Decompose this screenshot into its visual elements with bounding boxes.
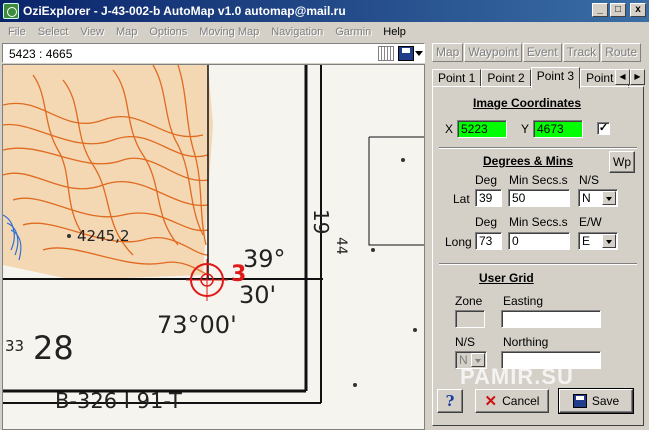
grid-number-33: 33 <box>5 337 25 355</box>
easting-field[interactable] <box>501 310 601 328</box>
long-deg-field[interactable]: 73 <box>475 232 502 250</box>
long-ew-value: E <box>582 234 591 248</box>
menu-bar: File Select View Map Options Moving Map … <box>0 22 649 42</box>
x-field[interactable]: 5223 <box>457 120 507 138</box>
menu-select[interactable]: Select <box>32 26 75 38</box>
lat-ns-select[interactable]: N <box>578 189 618 207</box>
image-coordinates-title: Image Coordinates <box>473 96 582 110</box>
menu-moving-map[interactable]: Moving Map <box>193 26 265 38</box>
grid-ns-value: N <box>459 353 468 367</box>
minimize-button[interactable]: _ <box>592 3 608 17</box>
title-bar: OziExplorer - J-43-002-b AutoMap v1.0 au… <box>0 0 649 22</box>
longitude-label: 73°00' <box>157 311 237 339</box>
save-icon[interactable] <box>398 46 414 61</box>
y-label: Y <box>521 122 530 136</box>
window-controls: _ □ x <box>592 3 646 17</box>
calibration-panel: Point 1 Point 2 Point 3 Point 4 ◀ ▶ Imag… <box>430 64 649 430</box>
map-view[interactable]: 4245,2 3 39° 30' 73°00' 19 44 33 28 B-32… <box>2 64 425 430</box>
lat-ns-value: N <box>582 191 591 205</box>
save-label: Save <box>591 394 620 408</box>
grid-icon[interactable] <box>378 46 394 61</box>
menu-file[interactable]: File <box>2 26 32 38</box>
sheet-number-label: B-326 I 91-T <box>55 389 182 413</box>
tab-point-3[interactable]: Point 3 <box>530 67 581 89</box>
window-title: OziExplorer - J-43-002-b AutoMap v1.0 au… <box>23 4 346 18</box>
map-image <box>3 65 424 429</box>
deg-header-long: Deg <box>475 215 498 229</box>
waypoint-tool-button[interactable]: Waypoint <box>464 43 522 62</box>
long-ew-select[interactable]: E <box>578 232 618 250</box>
long-min-field[interactable]: 0 <box>508 232 570 250</box>
save-button[interactable]: Save <box>558 388 634 414</box>
lat-min-field[interactable]: 50 <box>508 189 570 207</box>
zone-label: Zone <box>455 294 483 308</box>
min-secs-header: Min Secs.s <box>509 173 568 187</box>
tab-scroll-left-icon[interactable]: ◀ <box>615 69 630 85</box>
tab-body: Image Coordinates X 5223 Y 4673 ✓ Degree… <box>432 86 644 426</box>
lat-label: Lat <box>453 192 470 206</box>
menu-options[interactable]: Options <box>143 26 193 38</box>
divider-1 <box>439 147 637 149</box>
northing-field[interactable] <box>501 351 601 369</box>
dropdown-arrow-icon[interactable] <box>415 51 423 56</box>
easting-label: Easting <box>503 294 544 308</box>
menu-garmin[interactable]: Garmin <box>329 26 377 38</box>
grid-number-44: 44 <box>333 237 349 255</box>
y-field[interactable]: 4673 <box>533 120 583 138</box>
cancel-icon: ✕ <box>484 393 498 410</box>
long-ew-dropdown-icon[interactable] <box>602 234 616 248</box>
northing-label: Northing <box>503 335 549 349</box>
min-secs-header-long: Min Secs.s <box>509 215 568 229</box>
map-tool-button[interactable]: Map <box>432 43 464 62</box>
grid-ns-select[interactable]: N <box>455 351 487 369</box>
maximize-button[interactable]: □ <box>610 3 626 17</box>
event-tool-button[interactable]: Event <box>522 43 562 62</box>
app-icon <box>3 3 19 19</box>
ew-header: E/W <box>579 215 602 229</box>
user-grid-title: User Grid <box>479 271 534 285</box>
route-tool-button[interactable]: Route <box>601 43 642 62</box>
long-label: Long <box>445 235 472 249</box>
latitude-minute-label: 30' <box>239 281 277 309</box>
divider-2 <box>439 263 637 265</box>
object-toolbar: Map Waypoint Event Track Route <box>432 43 642 62</box>
cancel-label: Cancel <box>502 394 540 408</box>
degrees-mins-title: Degrees & Mins <box>483 154 574 168</box>
zone-field[interactable] <box>455 310 485 328</box>
grid-ns-label: N/S <box>455 335 476 349</box>
coordinate-readout-bar: 5423 : 4665 <box>2 43 425 63</box>
lat-ns-dropdown-icon[interactable] <box>602 191 616 205</box>
save-disk-icon <box>572 394 587 408</box>
point-tabs: Point 1 Point 2 Point 3 Point 4 <box>432 67 630 89</box>
track-tool-button[interactable]: Track <box>562 43 601 62</box>
menu-help[interactable]: Help <box>377 26 412 38</box>
cancel-button[interactable]: ✕ Cancel <box>475 389 549 413</box>
waypoint-button[interactable]: Wp <box>609 151 635 173</box>
x-label: X <box>445 122 454 136</box>
ns-header: N/S <box>579 173 600 187</box>
menu-view[interactable]: View <box>74 26 110 38</box>
menu-map[interactable]: Map <box>110 26 143 38</box>
lat-deg-field[interactable]: 39 <box>475 189 502 207</box>
coordinate-readout: 5423 : 4665 <box>9 47 73 61</box>
image-coords-checkbox[interactable]: ✓ <box>597 122 610 135</box>
help-button[interactable]: ? <box>437 389 463 413</box>
menu-navigation[interactable]: Navigation <box>265 26 329 38</box>
grid-number-19: 19 <box>309 209 333 235</box>
help-icon: ? <box>445 392 455 410</box>
grid-ns-dropdown-icon[interactable] <box>471 353 485 367</box>
spot-height-label: 4245,2 <box>77 227 130 245</box>
tab-scroll-right-icon[interactable]: ▶ <box>630 69 645 85</box>
latitude-degree-label: 39° <box>243 245 286 273</box>
close-button[interactable]: x <box>630 3 646 17</box>
tab-scroll: ◀ ▶ <box>615 69 645 85</box>
grid-number-28: 28 <box>33 329 74 367</box>
deg-header: Deg <box>475 173 498 187</box>
